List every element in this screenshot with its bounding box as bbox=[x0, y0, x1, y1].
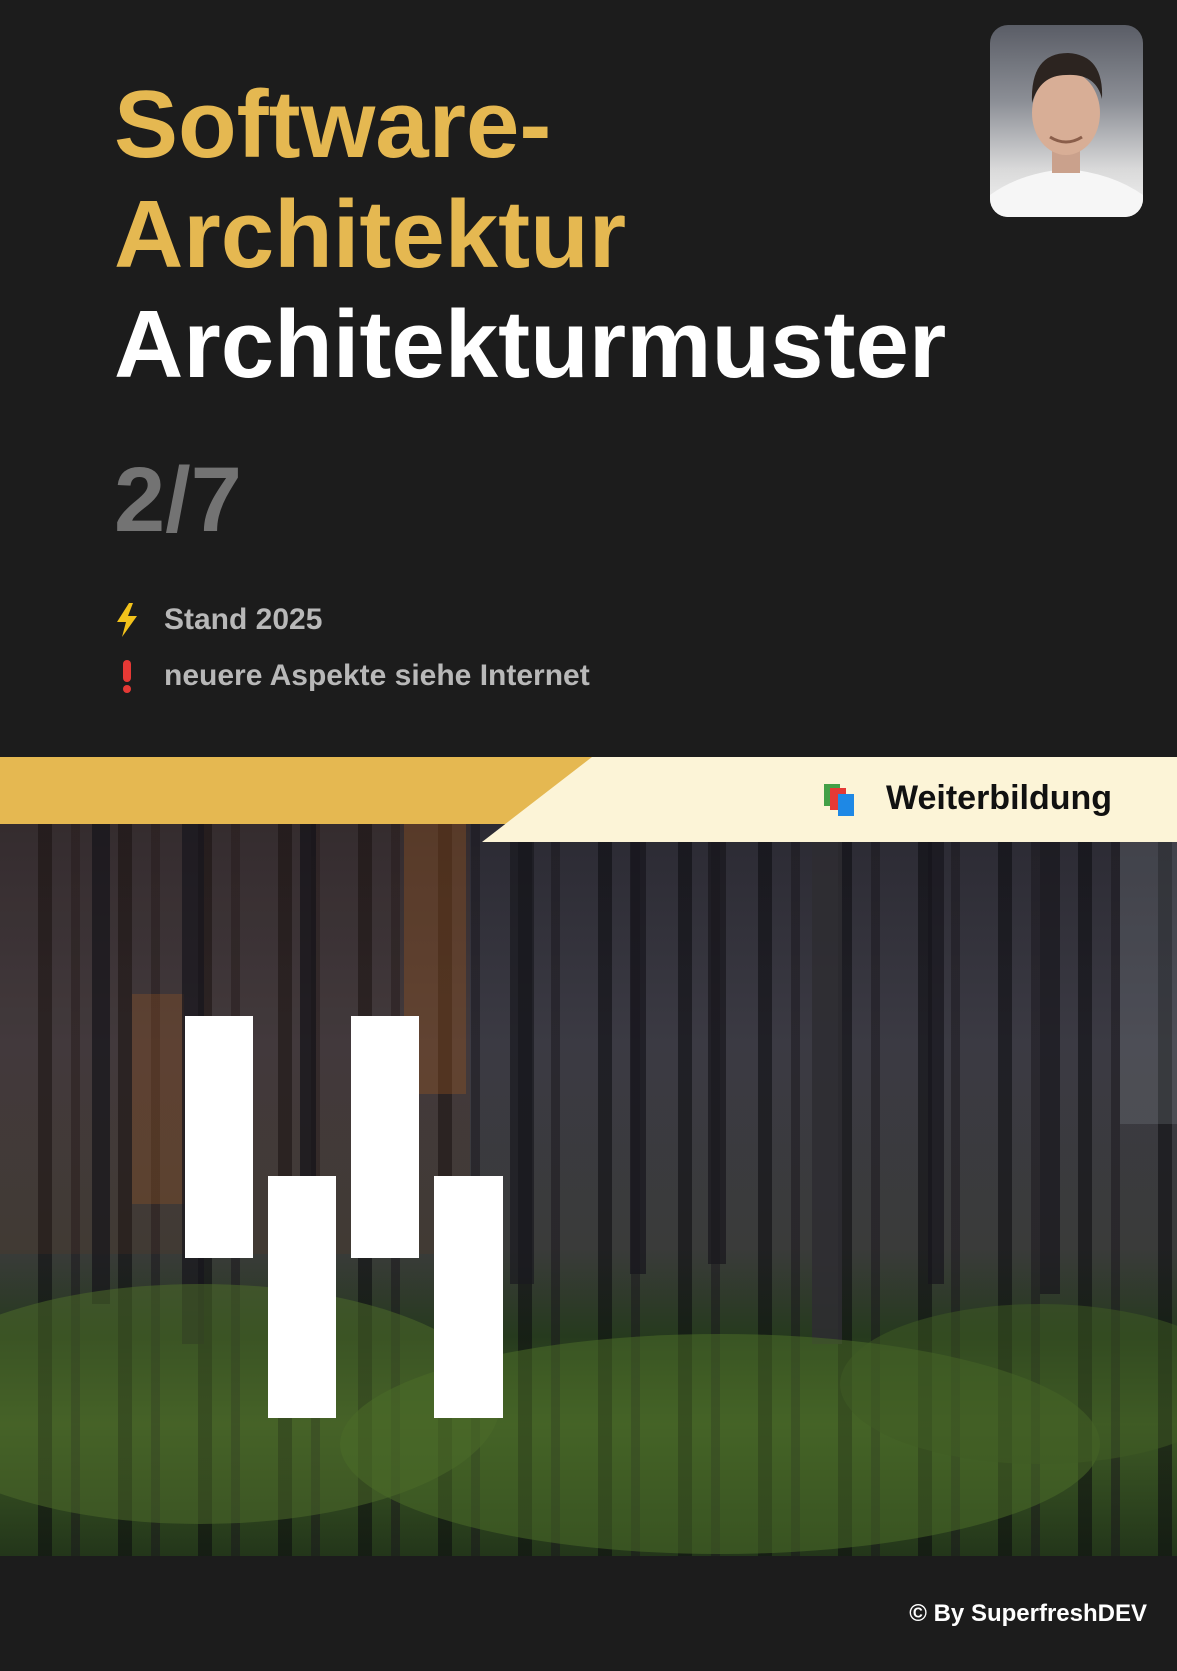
logo-bar bbox=[185, 1016, 253, 1258]
forest-scene-graphic bbox=[0, 824, 1177, 1554]
info-text-date: Stand 2025 bbox=[164, 603, 323, 636]
info-row-date: Stand 2025 bbox=[112, 603, 322, 637]
author-portrait-graphic bbox=[990, 53, 1143, 217]
title-line-2: Architektur bbox=[114, 181, 627, 288]
title-line-1: Software- bbox=[114, 71, 552, 178]
logo-bar bbox=[351, 1016, 419, 1258]
info-text-note: neuere Aspekte siehe Internet bbox=[164, 659, 590, 692]
banner-gold-strip bbox=[0, 757, 592, 824]
subtitle: Architekturmuster bbox=[114, 291, 947, 398]
title-block: Software- Architektur Architekturmuster bbox=[114, 70, 946, 400]
forest-background-image bbox=[0, 824, 1177, 1556]
banner-label: Weiterbildung bbox=[886, 779, 1113, 817]
logo-bar bbox=[268, 1176, 336, 1418]
books-icon bbox=[822, 782, 862, 818]
page-counter: 2/7 bbox=[114, 449, 242, 551]
logo-bar bbox=[434, 1176, 503, 1418]
lightning-icon bbox=[112, 603, 142, 637]
footer-copyright: © By SuperfreshDEV bbox=[909, 1600, 1147, 1627]
author-photo bbox=[990, 25, 1143, 217]
info-row-note: neuere Aspekte siehe Internet bbox=[112, 659, 590, 693]
exclamation-icon bbox=[112, 659, 142, 693]
